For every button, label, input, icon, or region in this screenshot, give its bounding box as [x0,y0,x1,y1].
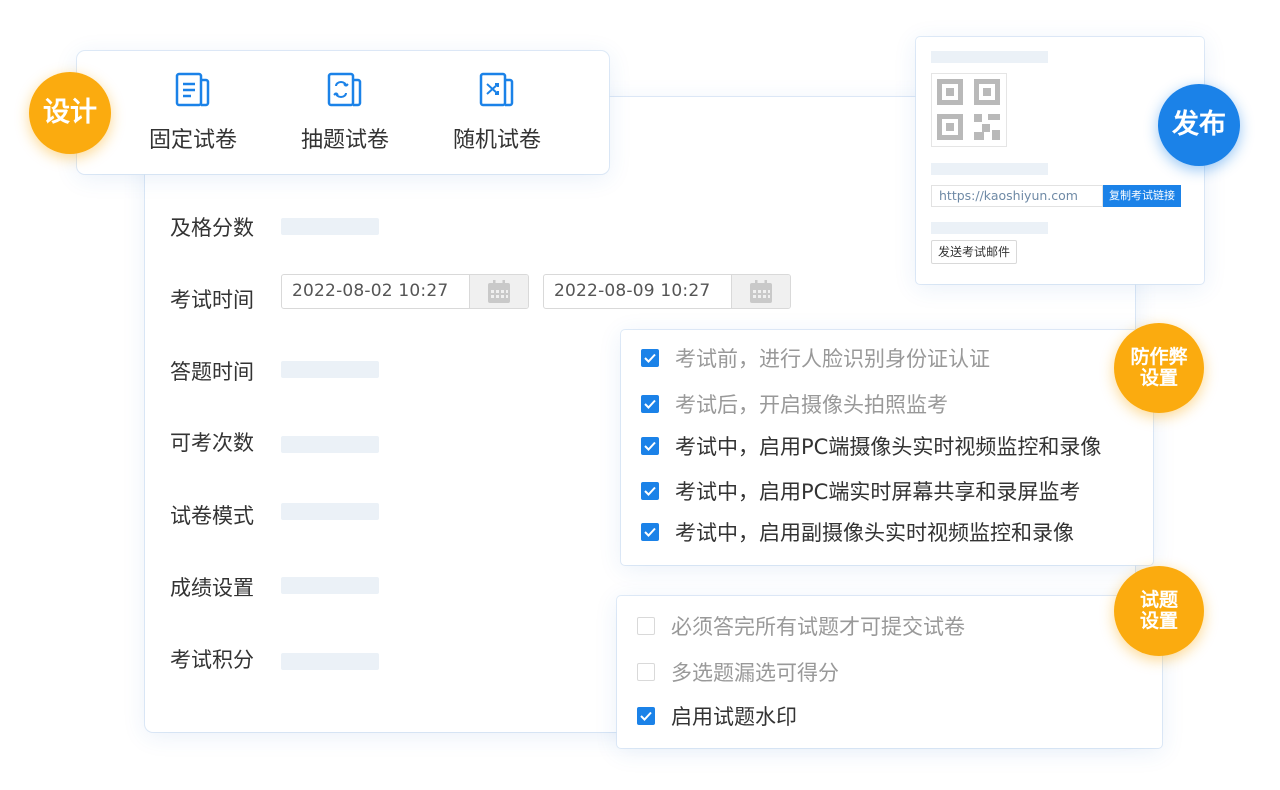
paper-type-fixed[interactable]: 固定试卷 [133,71,253,154]
paper-type-draw[interactable]: 抽题试卷 [285,71,405,154]
question-option[interactable]: 必须答完所有试题才可提交试卷 [637,611,965,641]
paper-type-card: 固定试卷 抽题试卷 随机试卷 [77,51,609,174]
qr-code [931,73,1007,147]
question-settings-badge: 试题 设置 [1114,566,1204,656]
placeholder-bar [931,163,1048,175]
end-time-value: 2022-08-09 10:27 [554,281,711,301]
start-time-picker[interactable]: 2022-08-02 10:27 [281,274,529,309]
design-badge: 设计 [29,72,111,154]
option-label: 考试中，启用PC端实时屏幕共享和录屏监考 [675,480,1081,504]
checkbox-checked[interactable] [641,395,659,413]
form-label-attempts: 可考次数 [170,431,254,455]
checkbox-checked[interactable] [641,523,659,541]
publish-card: https://kaoshiyun.com 复制考试链接 发送考试邮件 [916,37,1204,284]
option-label: 考试中，启用PC端摄像头实时视频监控和录像 [675,435,1102,459]
placeholder-bar [931,51,1048,63]
form-label-exam-time: 考试时间 [170,288,254,312]
option-label: 考试中，启用副摄像头实时视频监控和录像 [675,521,1074,545]
calendar-icon[interactable] [469,275,528,308]
anti-cheat-option[interactable]: 考试后，开启摄像头拍照监考 [641,389,948,419]
paper-type-draw-label: 抽题试卷 [300,128,389,153]
question-settings-card: 必须答完所有试题才可提交试卷 多选题漏选可得分 启用试题水印 [617,596,1162,748]
placeholder-bar [931,222,1048,234]
anti-cheat-badge: 防作弊 设置 [1114,323,1204,413]
score-settings-field[interactable] [281,577,379,594]
draw-questions-paper-icon [285,71,405,111]
send-email-button[interactable]: 发送考试邮件 [931,240,1017,264]
exam-link-field[interactable]: https://kaoshiyun.com [931,185,1103,207]
paper-type-fixed-label: 固定试卷 [148,128,237,153]
checkbox-unchecked[interactable] [637,663,655,681]
end-time-picker[interactable]: 2022-08-09 10:27 [543,274,791,309]
random-paper-icon [437,71,557,111]
option-label: 考试后，开启摄像头拍照监考 [675,393,948,417]
checkbox-checked[interactable] [637,707,655,725]
paper-mode-field[interactable] [281,503,379,520]
form-label-paper-mode: 试卷模式 [170,504,254,528]
start-time-value: 2022-08-02 10:27 [292,281,449,301]
option-label: 多选题漏选可得分 [671,661,839,685]
anti-cheat-option[interactable]: 考试中，启用PC端实时屏幕共享和录屏监考 [641,476,1080,506]
fixed-paper-icon [133,71,253,111]
option-label: 启用试题水印 [671,705,797,729]
question-option[interactable]: 启用试题水印 [637,701,797,731]
publish-badge: 发布 [1158,84,1240,166]
copy-link-button[interactable]: 复制考试链接 [1103,185,1181,207]
question-option[interactable]: 多选题漏选可得分 [637,657,839,687]
option-label: 考试前，进行人脸识别身份证认证 [675,347,990,371]
calendar-icon[interactable] [731,275,790,308]
paper-type-random-label: 随机试卷 [452,128,541,153]
anti-cheat-option[interactable]: 考试前，进行人脸识别身份证认证 [641,343,990,373]
pass-score-field[interactable] [281,218,379,235]
checkbox-checked[interactable] [641,349,659,367]
checkbox-checked[interactable] [641,482,659,500]
exam-points-field[interactable] [281,653,379,670]
attempts-field[interactable] [281,436,379,453]
anti-cheat-card: 考试前，进行人脸识别身份证认证 考试后，开启摄像头拍照监考 考试中，启用PC端摄… [621,330,1153,565]
form-label-score-settings: 成绩设置 [170,576,254,600]
checkbox-checked[interactable] [641,437,659,455]
checkbox-unchecked[interactable] [637,617,655,635]
form-label-pass-score: 及格分数 [170,216,254,240]
answer-time-field[interactable] [281,361,379,378]
option-label: 必须答完所有试题才可提交试卷 [671,615,965,639]
paper-type-random[interactable]: 随机试卷 [437,71,557,154]
anti-cheat-option[interactable]: 考试中，启用副摄像头实时视频监控和录像 [641,517,1074,547]
form-label-exam-points: 考试积分 [170,648,254,672]
form-label-answer-time: 答题时间 [170,360,254,384]
anti-cheat-option[interactable]: 考试中，启用PC端摄像头实时视频监控和录像 [641,431,1101,461]
